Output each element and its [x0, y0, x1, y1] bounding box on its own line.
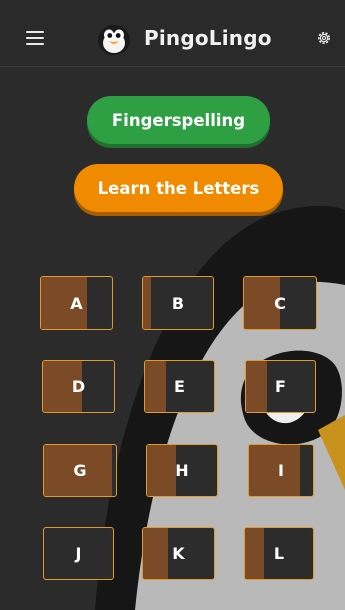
letter-tile-h[interactable]: H [146, 444, 218, 497]
letter-tile-j[interactable]: J [43, 527, 114, 580]
app-title: PingoLingo [144, 26, 272, 50]
letter-tile-l[interactable]: L [244, 527, 314, 580]
letter-tile-b[interactable]: B [142, 276, 214, 330]
letter-tile-g[interactable]: G [43, 444, 117, 497]
letter-tile-f[interactable]: F [245, 360, 316, 413]
learn-the-letters-button[interactable]: Learn the Letters [74, 164, 283, 212]
letter-label: B [171, 293, 185, 313]
letter-label: G [73, 461, 87, 480]
letter-label: E [174, 377, 185, 396]
penguin-logo-icon [98, 25, 130, 55]
letter-tile-i[interactable]: I [248, 444, 314, 497]
letter-tile-d[interactable]: D [42, 360, 115, 413]
letter-label: K [172, 544, 185, 563]
letter-tile-e[interactable]: E [144, 360, 215, 413]
letter-label: L [273, 544, 285, 563]
fingerspelling-button[interactable]: Fingerspelling [87, 96, 270, 144]
letter-tile-c[interactable]: C [243, 276, 317, 330]
letter-label: A [70, 293, 83, 313]
letter-label: C [274, 293, 286, 313]
letter-label: I [278, 461, 284, 480]
letter-label: F [275, 377, 286, 396]
hamburger-menu-icon[interactable] [26, 31, 44, 45]
gear-icon[interactable] [316, 30, 332, 46]
letter-label: H [175, 461, 189, 480]
letter-label: D [71, 377, 86, 396]
letter-label: J [75, 544, 82, 563]
top-app-bar: PingoLingo [0, 0, 345, 67]
letter-tile-k[interactable]: K [142, 527, 215, 580]
letter-tile-a[interactable]: A [40, 276, 113, 330]
